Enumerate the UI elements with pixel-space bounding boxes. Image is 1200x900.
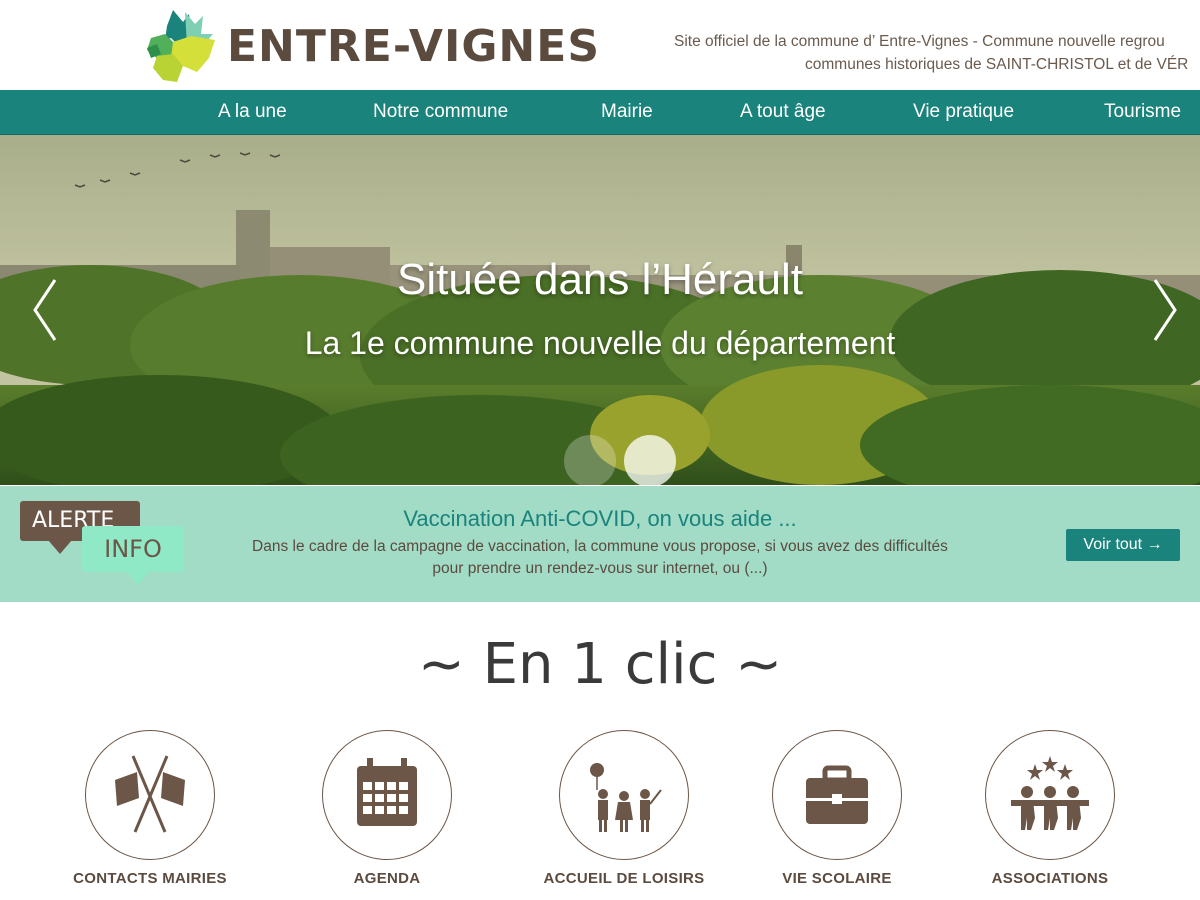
nav-item-tourisme[interactable]: Tourisme	[1104, 90, 1181, 135]
slider-prev-button[interactable]	[25, 275, 65, 345]
quick-link-accueil-de-loisirs[interactable]: ACCUEIL DE LOISIRS	[524, 730, 724, 890]
logo-text: ENTRE-VIGNES	[227, 20, 601, 72]
quick-link-label: ASSOCIATIONS	[991, 870, 1109, 887]
quick-link-circle	[985, 730, 1115, 860]
calendar-icon	[357, 758, 417, 826]
slider-dot-1[interactable]	[564, 435, 616, 485]
voir-tout-button[interactable]: Voir tout →	[1066, 529, 1180, 561]
site-header: ENTRE-VIGNES Site officiel de la commune…	[0, 0, 1200, 90]
alert-text: Dans le cadre de la campagne de vaccinat…	[252, 538, 948, 577]
info-badge-tail	[126, 571, 150, 585]
main-nav: A la une Notre commune Mairie A tout âge…	[0, 90, 1200, 135]
flags-icon	[115, 755, 185, 833]
chevron-right-icon	[1153, 279, 1177, 341]
nav-item-mairie[interactable]: Mairie	[601, 90, 653, 135]
quick-link-vie-scolaire[interactable]: VIE SCOLAIRE	[737, 730, 937, 890]
quick-link-agenda[interactable]: AGENDA	[287, 730, 487, 890]
vine-leaves-logo-icon	[147, 10, 215, 82]
hero-title: Située dans l’Hérault	[396, 255, 803, 304]
quick-link-contacts-mairies[interactable]: CONTACTS MAIRIES	[50, 730, 250, 890]
quick-link-associations[interactable]: ASSOCIATIONS	[950, 730, 1150, 890]
slider-next-button[interactable]	[1145, 275, 1185, 345]
alert-badge-tail	[48, 540, 72, 554]
hero-subtitle: La 1e commune nouvelle du département	[304, 325, 896, 361]
site-logo[interactable]: ENTRE-VIGNES	[143, 8, 599, 84]
quick-link-circle	[322, 730, 452, 860]
alert-info-band: ALERTE INFO Vaccination Anti-COVID, on v…	[0, 486, 1200, 602]
quick-link-label: ACCUEIL DE LOISIRS	[543, 870, 705, 887]
nav-item-a-tout-age[interactable]: A tout âge	[740, 90, 826, 135]
alert-title[interactable]: Vaccination Anti-COVID, on vous aide ...	[300, 506, 900, 532]
tagline-line-1: Site officiel de la commune d’ Entre-Vig…	[674, 33, 1165, 50]
hero-landscape-image	[0, 135, 1200, 485]
chevron-left-icon	[33, 279, 57, 341]
quick-link-circle	[85, 730, 215, 860]
nav-item-notre-commune[interactable]: Notre commune	[373, 90, 508, 135]
people-stars-icon	[1011, 756, 1089, 830]
quick-link-circle	[559, 730, 689, 860]
slider-dot-2-active[interactable]	[624, 435, 676, 485]
tagline-line-2: communes historiques de SAINT-CHRISTOL e…	[805, 56, 1189, 73]
nav-item-a-la-une[interactable]: A la une	[218, 90, 287, 135]
quick-links-title: ~ En 1 clic ~	[417, 632, 783, 697]
quick-link-label: VIE SCOLAIRE	[782, 870, 892, 887]
nav-item-vie-pratique[interactable]: Vie pratique	[913, 90, 1014, 135]
quick-link-label: CONTACTS MAIRIES	[73, 870, 227, 887]
children-icon	[590, 763, 662, 832]
info-badge: INFO	[82, 526, 184, 572]
quick-link-circle	[772, 730, 902, 860]
site-tagline: Site officiel de la commune d’ Entre-Vig…	[640, 30, 1200, 80]
briefcase-icon	[806, 765, 868, 824]
hero-slider: Située dans l’Hérault La 1e commune nouv…	[0, 135, 1200, 485]
quick-link-label: AGENDA	[353, 870, 421, 887]
